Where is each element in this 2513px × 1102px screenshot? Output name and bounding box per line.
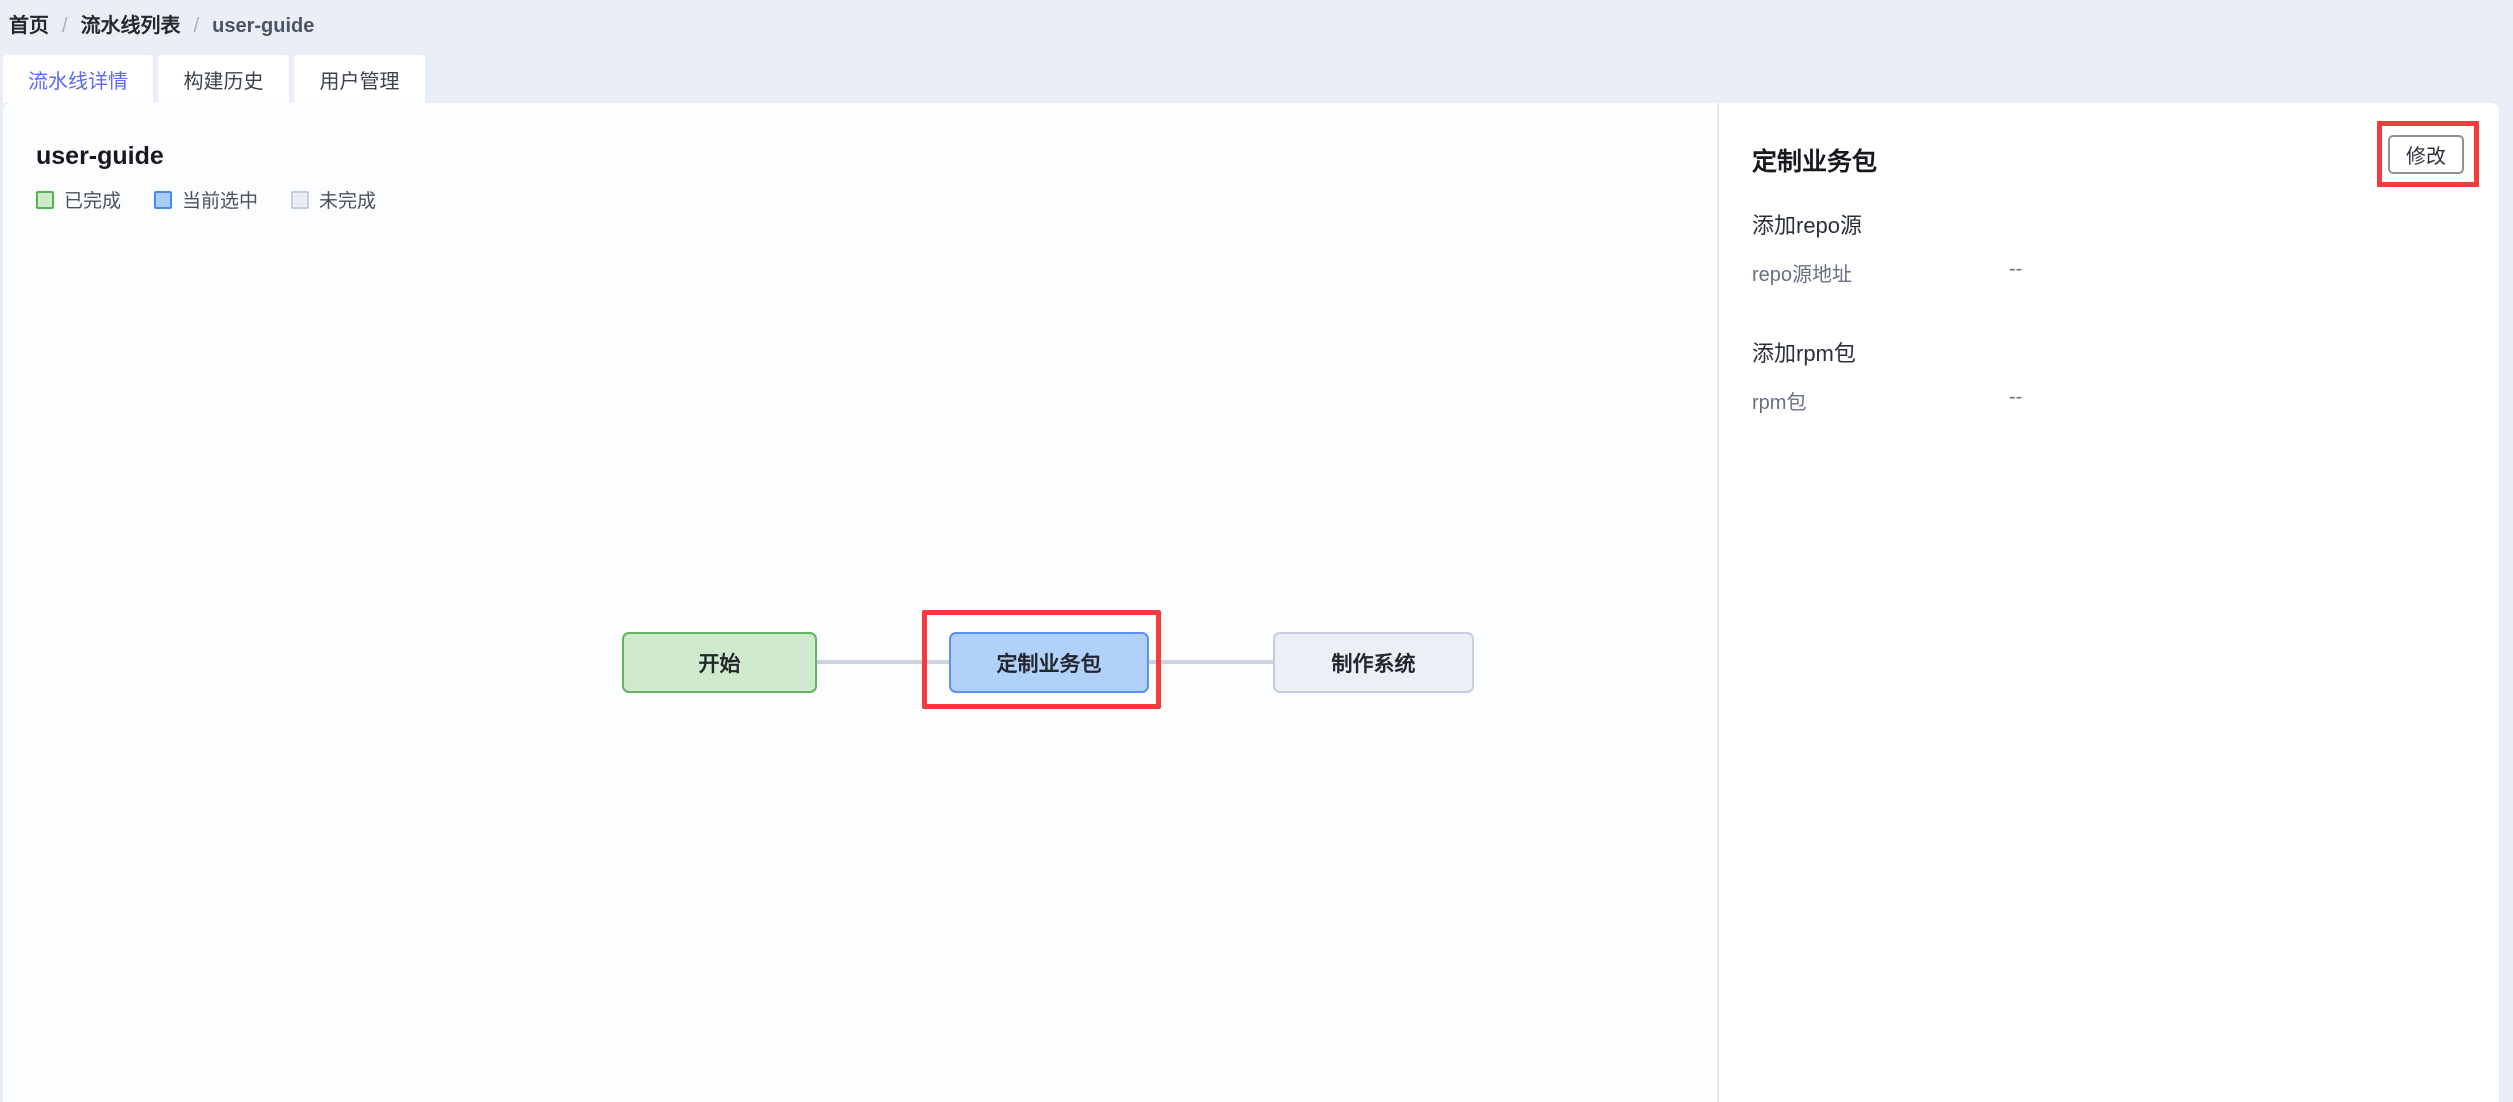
details-panel: 定制业务包 修改 添加repo源 repo源地址 -- 添加rpm包 rpm包 …: [1719, 103, 2499, 1102]
section-heading-rpm: 添加rpm包: [1752, 336, 1856, 368]
section-heading-repo: 添加repo源: [1752, 208, 1862, 240]
legend-swatch-completed: [36, 191, 54, 209]
flow-node-start[interactable]: 开始: [622, 632, 817, 693]
content-panel: user-guide 已完成 当前选中 未完成 开始 定制业务包 制作系统 定制…: [3, 103, 2499, 1102]
status-legend: 已完成 当前选中 未完成: [36, 186, 376, 213]
legend-swatch-pending: [291, 191, 309, 209]
tab-build-history[interactable]: 构建历史: [158, 55, 289, 103]
breadcrumb-separator: /: [194, 12, 200, 40]
legend-label-current: 当前选中: [182, 186, 258, 213]
breadcrumb-pipeline-list[interactable]: 流水线列表: [81, 12, 181, 40]
tab-pipeline-detail[interactable]: 流水线详情: [3, 55, 153, 103]
legend-swatch-current: [154, 191, 172, 209]
tab-bar: 流水线详情 构建历史 用户管理: [3, 55, 425, 103]
legend-label-completed: 已完成: [64, 186, 121, 213]
flow-connector: [817, 660, 949, 664]
breadcrumb-home[interactable]: 首页: [9, 12, 49, 40]
flow-connector: [1149, 660, 1273, 664]
flow-node-custom-package[interactable]: 定制业务包: [949, 632, 1149, 693]
field-label-rpm-package: rpm包: [1752, 386, 1806, 415]
legend-item-completed: 已完成: [36, 186, 121, 213]
pipeline-flow-area: user-guide 已完成 当前选中 未完成 开始 定制业务包 制作系统: [3, 103, 1717, 1102]
pipeline-title: user-guide: [36, 142, 164, 171]
legend-item-current: 当前选中: [154, 186, 258, 213]
breadcrumb-current-page: user-guide: [212, 12, 314, 40]
field-value-rpm-package: --: [2009, 386, 2022, 409]
legend-item-pending: 未完成: [291, 186, 376, 213]
field-label-repo-url: repo源地址: [1752, 258, 1852, 287]
details-title: 定制业务包: [1752, 142, 1877, 178]
breadcrumb: 首页 / 流水线列表 / user-guide: [9, 12, 314, 40]
tab-user-management[interactable]: 用户管理: [294, 55, 425, 103]
edit-button[interactable]: 修改: [2388, 135, 2464, 174]
legend-label-pending: 未完成: [319, 186, 376, 213]
breadcrumb-separator: /: [62, 12, 68, 40]
flow-node-build-system[interactable]: 制作系统: [1273, 632, 1474, 693]
field-value-repo-url: --: [2009, 258, 2022, 281]
